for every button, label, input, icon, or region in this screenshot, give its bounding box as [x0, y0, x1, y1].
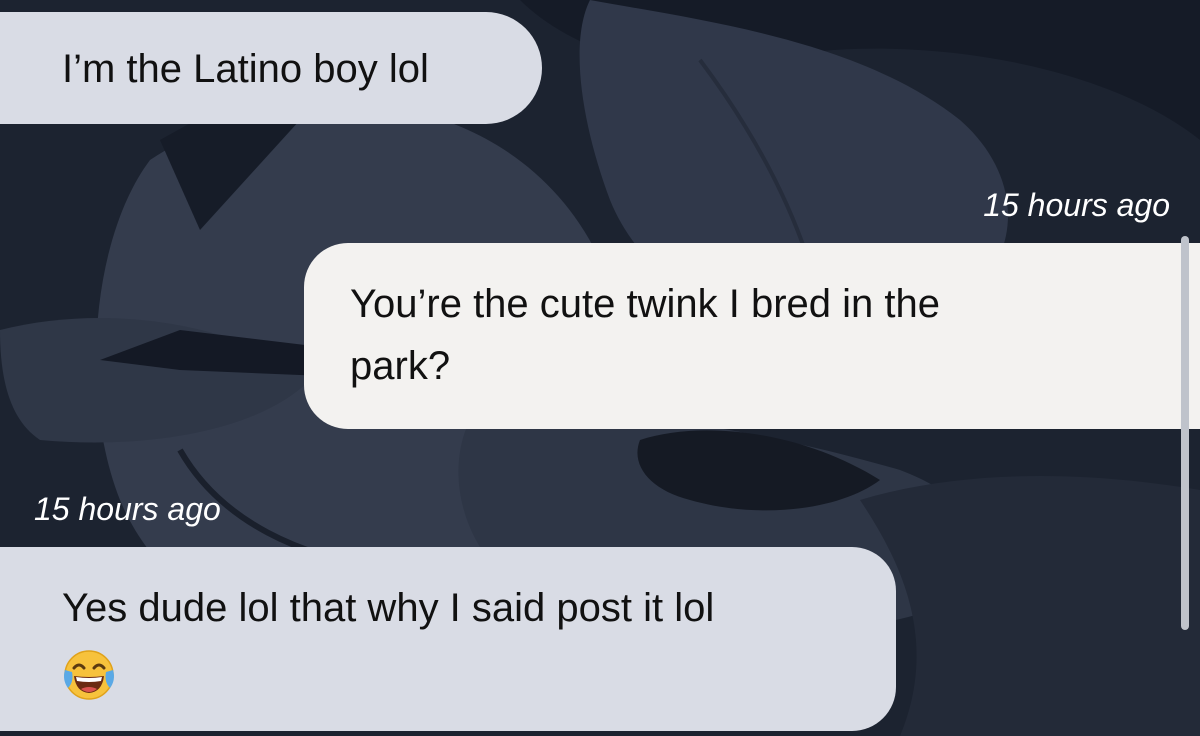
message-text: Yes dude lol that why I said post it lol — [62, 586, 715, 630]
message-timestamp: 15 hours ago — [983, 187, 1170, 223]
face-with-tears-of-joy-icon — [62, 648, 116, 702]
scrollbar[interactable] — [1181, 236, 1189, 630]
chat-screen: I’m the Latino boy lol 15 hours ago You’… — [0, 0, 1200, 736]
message-bubble-incoming[interactable]: Yes dude lol that why I said post it lol — [0, 547, 896, 731]
message-bubble-incoming[interactable]: I’m the Latino boy lol — [0, 12, 542, 124]
message-text-line-2: park? — [350, 344, 451, 388]
message-timestamp: 15 hours ago — [34, 491, 221, 527]
message-text-line-1: You’re the cute twink I bred in the — [350, 282, 940, 326]
message-text: I’m the Latino boy lol — [62, 47, 429, 91]
message-bubble-outgoing[interactable]: You’re the cute twink I bred in the park… — [304, 243, 1200, 429]
